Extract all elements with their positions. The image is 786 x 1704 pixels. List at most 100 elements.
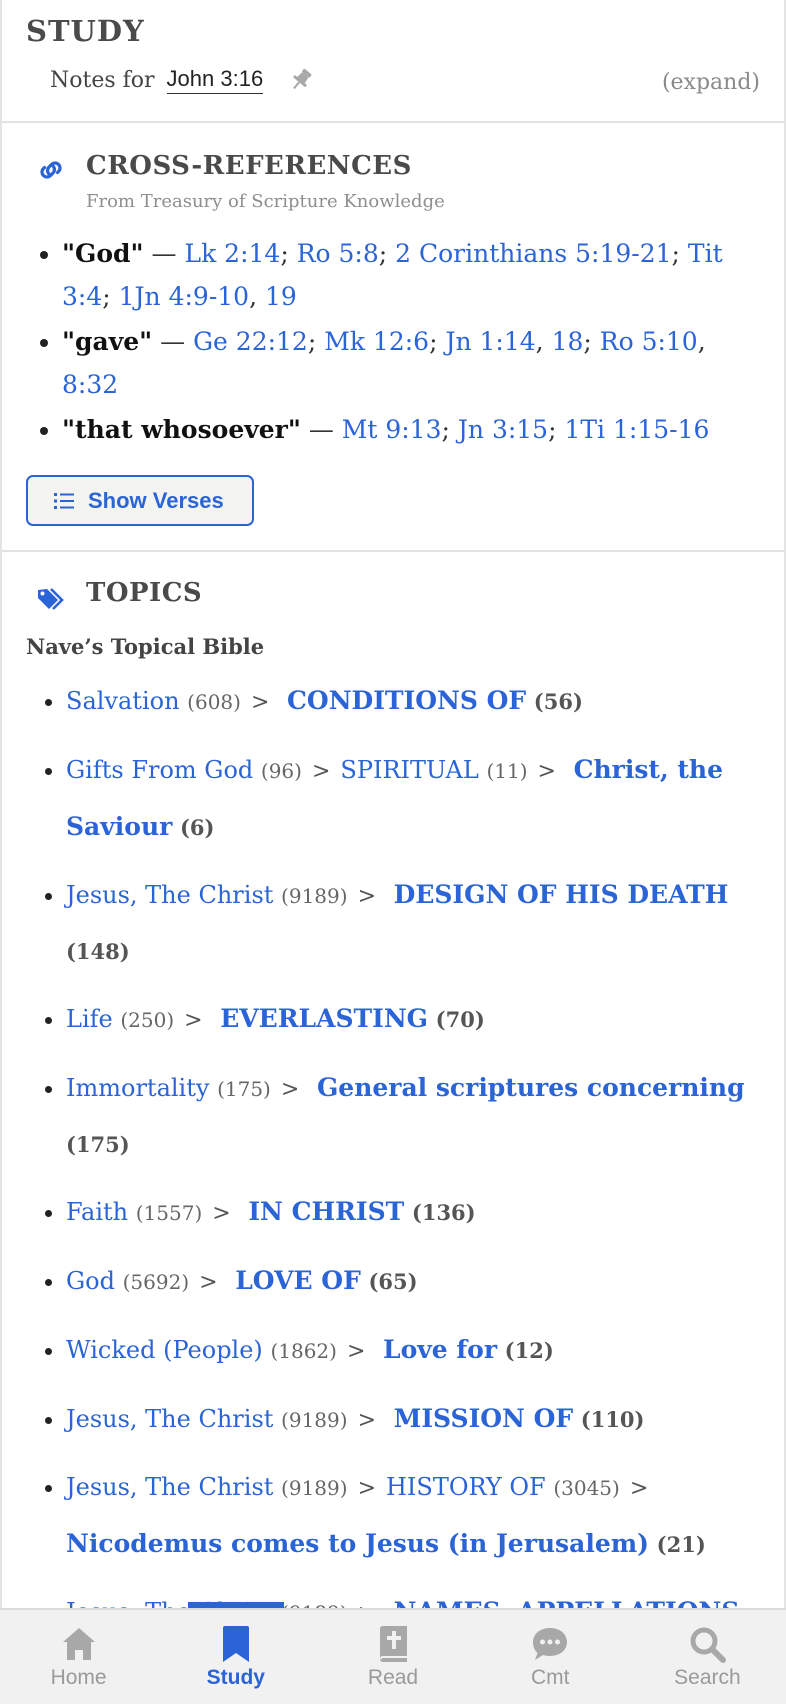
topic-count: (9189): [281, 884, 348, 908]
topic-link[interactable]: HISTORY OF: [386, 1473, 546, 1501]
cross-references-title: CROSS-REFERENCES: [86, 151, 412, 181]
ref-separator: ,: [535, 327, 552, 356]
topic-final-link[interactable]: Nicodemus comes to Jesus (in Jerusalem): [66, 1529, 649, 1558]
topic-count: (250): [120, 1008, 175, 1032]
topic-link[interactable]: Jesus, The Christ: [66, 1473, 273, 1501]
verse-link[interactable]: 19: [265, 282, 297, 311]
breadcrumb-separator: >: [357, 1408, 376, 1433]
verse-link[interactable]: 8:32: [62, 370, 118, 399]
verse-link[interactable]: Jn 1:14: [445, 327, 535, 356]
nav-study[interactable]: Study: [157, 1602, 314, 1704]
breadcrumb-separator: >: [199, 1270, 218, 1295]
topic-final-count: (110): [580, 1407, 645, 1432]
verse-link[interactable]: Ro 5:8: [297, 239, 379, 268]
topic-final-count: (12): [504, 1338, 554, 1363]
topic-final-count: (6): [179, 815, 215, 840]
breadcrumb-separator: >: [184, 1008, 203, 1033]
topic-final-count: (175): [66, 1132, 130, 1157]
verse-link[interactable]: Mk 12:6: [324, 327, 429, 356]
topic-final-count: (56): [533, 689, 583, 714]
verse-link[interactable]: 18: [552, 327, 584, 356]
ref-separator: ,: [249, 282, 265, 311]
topic-count: (5692): [122, 1270, 190, 1294]
topic-count: (608): [187, 690, 241, 714]
topic-link[interactable]: Faith: [66, 1198, 128, 1226]
notes-reference[interactable]: John 3:16: [166, 66, 264, 95]
pin-icon[interactable]: [289, 67, 313, 93]
topic-final-link[interactable]: General scriptures concerning: [317, 1073, 745, 1102]
topic-final-link[interactable]: LOVE OF: [235, 1266, 361, 1295]
cross-reference-term: "gave": [62, 327, 153, 356]
ref-separator: ;: [583, 327, 600, 356]
topic-count: (9189): [281, 1408, 348, 1432]
topic-final-link[interactable]: DESIGN OF HIS DEATH: [394, 880, 729, 909]
topic-item: Gifts From God (96)>SPIRITUAL (11)> Chri…: [66, 742, 760, 855]
cross-reference-item: "that whosoever" — Mt 9:13; Jn 3:15; 1Ti…: [62, 408, 760, 451]
verse-link[interactable]: Jn 3:15: [458, 415, 548, 444]
breadcrumb-separator: >: [250, 690, 270, 715]
study-header: STUDY Notes for John 3:16 (expand): [2, 0, 784, 123]
topic-item: Life (250) > EVERLASTING (70): [66, 991, 760, 1048]
topics-title: TOPICS: [86, 578, 203, 608]
topic-link[interactable]: Immortality: [66, 1074, 209, 1102]
nav-cmt[interactable]: Cmt: [472, 1610, 629, 1704]
breadcrumb-separator: >: [629, 1476, 649, 1501]
verse-link[interactable]: 1Jn 4:9-10: [119, 282, 249, 311]
topic-final-link[interactable]: CONDITIONS OF: [287, 686, 526, 715]
topic-final-link[interactable]: MISSION OF: [394, 1404, 573, 1433]
verse-link[interactable]: Lk 2:14: [184, 239, 280, 268]
topic-link[interactable]: Wicked (People): [66, 1336, 263, 1364]
bottom-nav: Home Study Read Cmt Search: [0, 1602, 786, 1704]
topic-final-count: (65): [368, 1269, 418, 1294]
ref-separator: ;: [307, 327, 325, 356]
study-page: STUDY Notes for John 3:16 (expand) CROSS…: [0, 0, 786, 1608]
term-dash: —: [308, 415, 334, 444]
breadcrumb-separator: >: [358, 1601, 376, 1608]
bookmark-icon: [222, 1626, 249, 1662]
show-verses-label: Show Verses: [88, 487, 224, 513]
topic-item: Immortality (175) > General scriptures co…: [66, 1060, 760, 1172]
cross-reference-item: "gave" — Ge 22:12; Mk 12:6; Jn 1:14, 18;…: [62, 320, 760, 406]
topic-item: Jesus, The Christ (9189) > DESIGN OF HIS …: [66, 867, 760, 979]
topic-final-count: (148): [66, 939, 130, 964]
active-tab-indicator: [187, 1602, 284, 1608]
bible-icon: [380, 1626, 407, 1662]
cross-references-titles: CROSS-REFERENCES From Treasury of Script…: [86, 143, 445, 212]
topic-link[interactable]: Jesus, The Christ: [66, 1405, 273, 1433]
cross-references-subtitle: From Treasury of Scripture Knowledge: [86, 191, 445, 212]
verse-link[interactable]: Ge 22:12: [193, 327, 308, 356]
show-verses-button[interactable]: Show Verses: [26, 475, 254, 526]
notes-label: Notes for: [50, 67, 155, 93]
breadcrumb-separator: >: [212, 1201, 231, 1226]
topic-final-link[interactable]: EVERLASTING: [220, 1004, 428, 1033]
topic-link[interactable]: Life: [66, 1005, 113, 1033]
breadcrumb-separator: >: [357, 884, 376, 909]
verse-link[interactable]: 2 Corinthians 5:19-21: [395, 239, 671, 268]
verse-link[interactable]: Mt 9:13: [342, 415, 442, 444]
ref-separator: ;: [671, 239, 688, 268]
topics-header: TOPICS: [26, 572, 760, 614]
nav-study-label: Study: [206, 1666, 265, 1689]
verse-link[interactable]: Ro 5:10: [600, 327, 698, 356]
topic-item: Jesus, The Christ (9189)> NAMES, APPELLA…: [66, 1584, 760, 1608]
topic-item: Jesus, The Christ (9189) > HISTORY OF (304…: [66, 1460, 760, 1572]
topic-link[interactable]: SPIRITUAL: [340, 756, 478, 784]
topic-final-link[interactable]: Love for: [383, 1335, 497, 1364]
topic-count: (9189): [281, 1476, 348, 1500]
topic-link[interactable]: Gifts From God: [66, 756, 253, 784]
breadcrumb-separator: >: [537, 759, 556, 784]
nav-home[interactable]: Home: [0, 1610, 157, 1704]
topic-link[interactable]: Jesus, The Christ: [66, 881, 273, 909]
breadcrumb-separator: >: [346, 1339, 366, 1364]
topic-link[interactable]: Salvation: [66, 687, 180, 715]
topic-count: (175): [217, 1077, 271, 1101]
topic-final-count: (21): [656, 1532, 706, 1557]
nav-read[interactable]: Read: [314, 1610, 471, 1704]
expand-link[interactable]: (expand): [662, 70, 760, 95]
nav-search[interactable]: Search: [629, 1610, 786, 1704]
topic-final-link[interactable]: IN CHRIST: [248, 1197, 404, 1226]
verse-link[interactable]: 1Ti 1:15-16: [564, 415, 709, 444]
cross-reference-list: "God" — Lk 2:14; Ro 5:8; 2 Corinthians 5…: [26, 232, 760, 451]
topic-link[interactable]: God: [66, 1267, 115, 1295]
breadcrumb-separator: >: [311, 759, 331, 784]
